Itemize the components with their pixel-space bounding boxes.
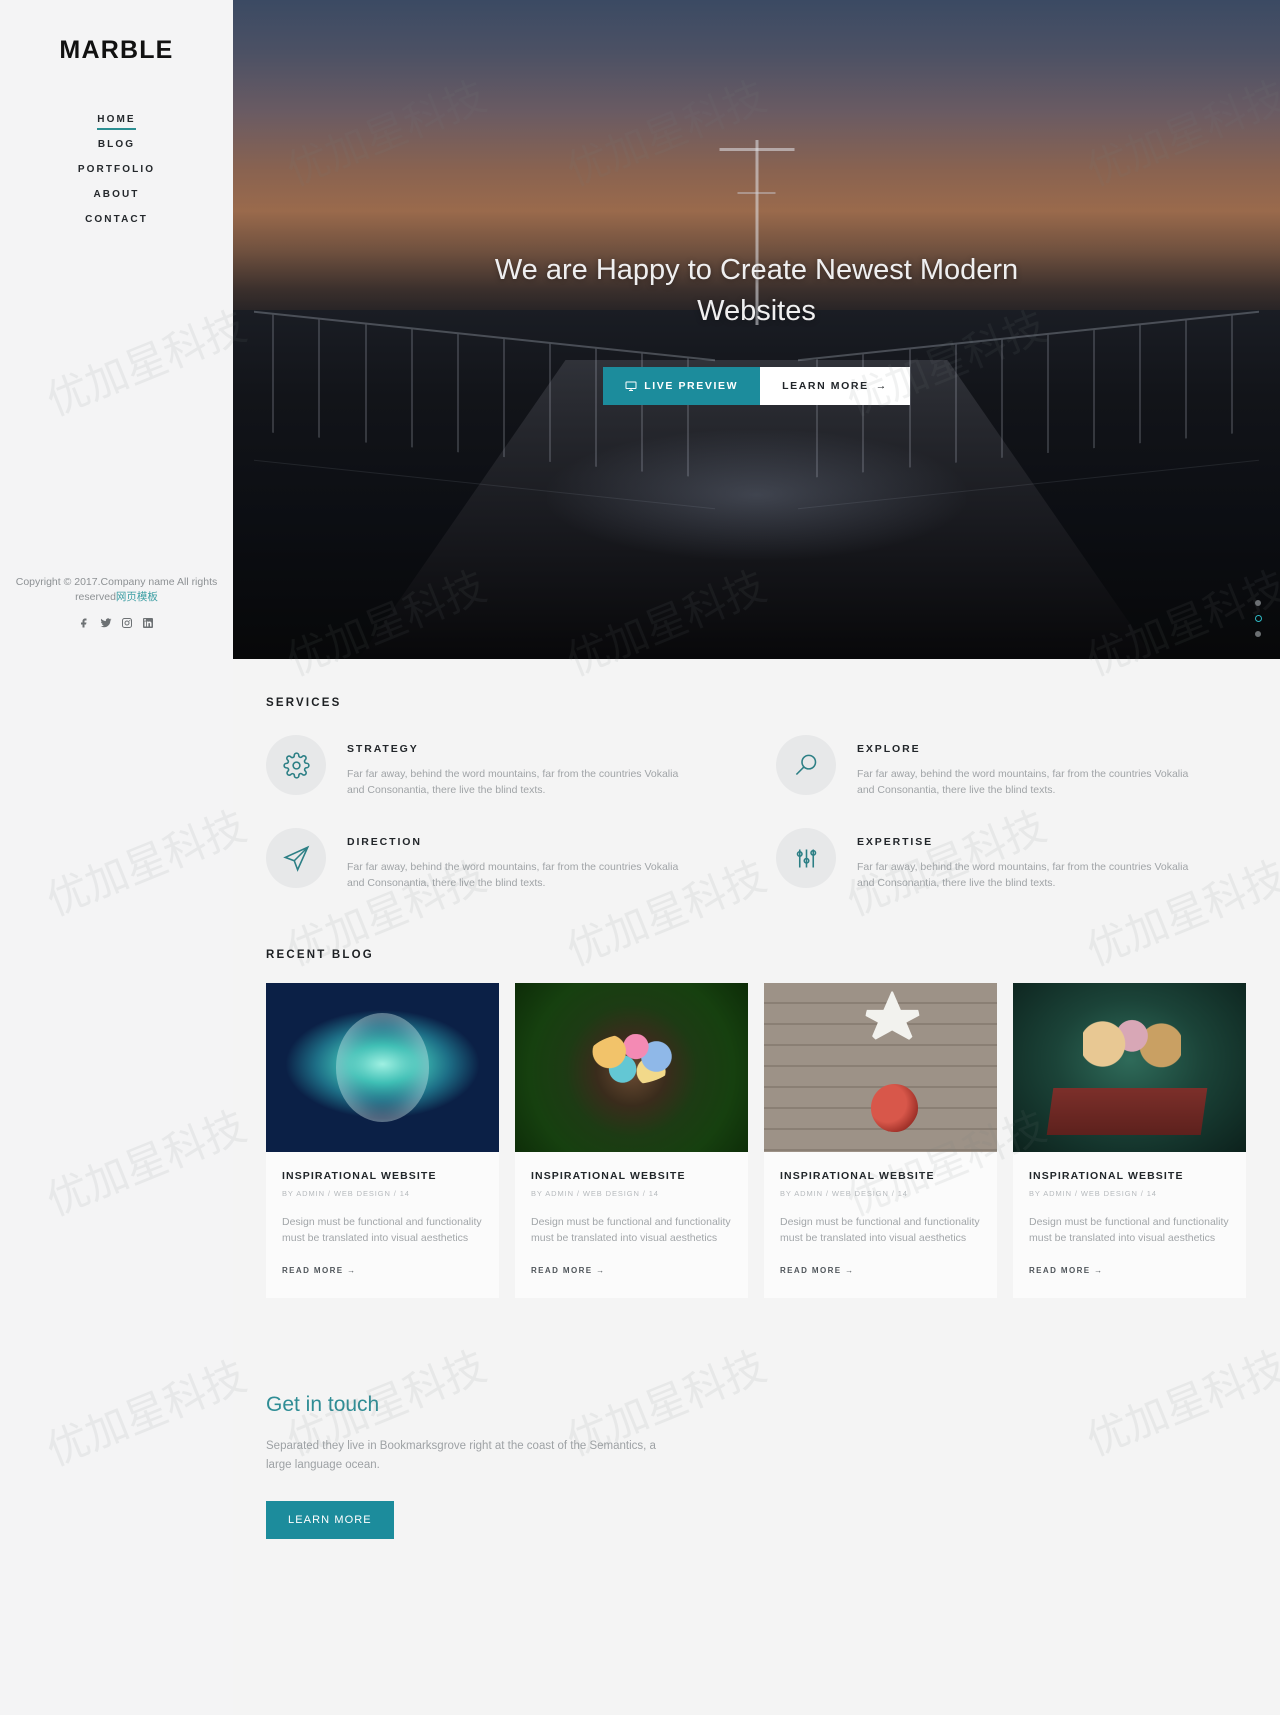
service-item-direction: DIRECTION Far far away, behind the word … bbox=[266, 822, 736, 891]
hero-buttons: LIVE PREVIEW LEARN MORE → bbox=[233, 367, 1280, 405]
blog-title: INSPIRATIONAL WEBSITE bbox=[780, 1170, 935, 1182]
sidebar-item-about[interactable]: ABOUT bbox=[0, 182, 233, 207]
blog-excerpt: Design must be functional and functional… bbox=[531, 1216, 731, 1244]
blog-excerpt: Design must be functional and functional… bbox=[282, 1216, 482, 1244]
get-in-touch-learn-more-button[interactable]: LEARN MORE bbox=[266, 1501, 394, 1539]
service-description: Far far away, behind the word mountains,… bbox=[347, 861, 679, 889]
sliders-icon bbox=[776, 828, 836, 888]
blog-title: INSPIRATIONAL WEBSITE bbox=[282, 1170, 437, 1182]
sidebar: MARBLE HOME BLOG PORTFOLIO ABOUT CONTACT… bbox=[0, 0, 233, 1715]
service-title: DIRECTION bbox=[347, 836, 422, 848]
blog-thumbnail-jellyfish bbox=[266, 983, 499, 1152]
slider-dot-3[interactable] bbox=[1255, 631, 1261, 637]
blog-meta: BY ADMIN / WEB DESIGN / 14 bbox=[1029, 1189, 1157, 1198]
service-item-expertise: EXPERTISE Far far away, behind the word … bbox=[776, 822, 1246, 891]
monitor-icon bbox=[625, 381, 637, 391]
blog-thumbnail-spools bbox=[1013, 983, 1246, 1152]
service-item-explore: EXPLORE Far far away, behind the word mo… bbox=[776, 729, 1246, 798]
copyright-text: Copyright © 2017.Company name All rights… bbox=[8, 575, 225, 605]
paper-plane-icon bbox=[266, 828, 326, 888]
blog-card[interactable]: INSPIRATIONAL WEBSITE BY ADMIN / WEB DES… bbox=[515, 983, 748, 1298]
service-title: STRATEGY bbox=[347, 743, 419, 755]
sidebar-item-blog[interactable]: BLOG bbox=[0, 132, 233, 157]
get-in-touch-section: Get in touch Separated they live in Book… bbox=[233, 1393, 1280, 1539]
facebook-icon[interactable] bbox=[79, 617, 91, 629]
services-section: SERVICES STRATEGY Far far away, behind t… bbox=[233, 697, 1280, 891]
blog-title: INSPIRATIONAL WEBSITE bbox=[531, 1170, 686, 1182]
read-more-link[interactable]: READ MORE → bbox=[780, 1266, 855, 1275]
service-description: Far far away, behind the word mountains,… bbox=[857, 768, 1189, 796]
services-grid: STRATEGY Far far away, behind the word m… bbox=[266, 729, 1246, 891]
blog-card[interactable]: INSPIRATIONAL WEBSITE BY ADMIN / WEB DES… bbox=[764, 983, 997, 1298]
blog-excerpt: Design must be functional and functional… bbox=[1029, 1216, 1229, 1244]
services-heading: SERVICES bbox=[266, 697, 342, 709]
live-preview-button[interactable]: LIVE PREVIEW bbox=[603, 367, 761, 405]
blog-grid: INSPIRATIONAL WEBSITE BY ADMIN / WEB DES… bbox=[266, 983, 1246, 1298]
blog-section: RECENT BLOG INSPIRATIONAL WEBSITE BY ADM… bbox=[233, 949, 1280, 1298]
get-in-touch-description: Separated they live in Bookmarksgrove ri… bbox=[266, 1440, 656, 1471]
blog-thumbnail-eggs bbox=[515, 983, 748, 1152]
read-more-link[interactable]: READ MORE → bbox=[1029, 1266, 1104, 1275]
learn-more-button[interactable]: LEARN MORE → bbox=[760, 367, 910, 405]
hero-section: We are Happy to Create Newest Modern Web… bbox=[233, 0, 1280, 659]
hero-slider-dots bbox=[1255, 600, 1262, 637]
template-link[interactable]: 网页模板 bbox=[116, 591, 158, 603]
blog-heading: RECENT BLOG bbox=[266, 949, 374, 961]
hero-light-glow bbox=[547, 430, 966, 560]
blog-meta: BY ADMIN / WEB DESIGN / 14 bbox=[780, 1189, 908, 1198]
service-item-strategy: STRATEGY Far far away, behind the word m… bbox=[266, 729, 736, 798]
blog-meta: BY ADMIN / WEB DESIGN / 14 bbox=[282, 1189, 410, 1198]
social-links bbox=[8, 617, 225, 629]
sidebar-item-portfolio[interactable]: PORTFOLIO bbox=[0, 157, 233, 182]
page-root: MARBLE HOME BLOG PORTFOLIO ABOUT CONTACT… bbox=[0, 0, 1280, 1715]
service-description: Far far away, behind the word mountains,… bbox=[347, 768, 679, 796]
service-title: EXPERTISE bbox=[857, 836, 934, 848]
read-more-link[interactable]: READ MORE → bbox=[282, 1266, 357, 1275]
blog-card[interactable]: INSPIRATIONAL WEBSITE BY ADMIN / WEB DES… bbox=[1013, 983, 1246, 1298]
hero-content: We are Happy to Create Newest Modern Web… bbox=[233, 250, 1280, 405]
sidebar-footer: Copyright © 2017.Company name All rights… bbox=[0, 575, 233, 629]
blog-title: INSPIRATIONAL WEBSITE bbox=[1029, 1170, 1184, 1182]
instagram-icon[interactable] bbox=[121, 617, 133, 629]
slider-dot-1[interactable] bbox=[1255, 600, 1261, 606]
service-title: EXPLORE bbox=[857, 743, 921, 755]
main-content: We are Happy to Create Newest Modern Web… bbox=[233, 0, 1280, 1715]
primary-nav: HOME BLOG PORTFOLIO ABOUT CONTACT bbox=[0, 107, 233, 232]
gear-icon bbox=[266, 735, 326, 795]
arrow-right-icon: → bbox=[875, 380, 888, 392]
service-description: Far far away, behind the word mountains,… bbox=[857, 861, 1189, 889]
linkedin-icon[interactable] bbox=[142, 617, 154, 629]
blog-card[interactable]: INSPIRATIONAL WEBSITE BY ADMIN / WEB DES… bbox=[266, 983, 499, 1298]
site-logo: MARBLE bbox=[59, 36, 174, 64]
blog-meta: BY ADMIN / WEB DESIGN / 14 bbox=[531, 1189, 659, 1198]
twitter-icon[interactable] bbox=[100, 617, 112, 629]
hero-title: We are Happy to Create Newest Modern Web… bbox=[494, 254, 1019, 327]
magnifier-icon bbox=[776, 735, 836, 795]
blog-thumbnail-ornaments bbox=[764, 983, 997, 1152]
live-preview-label: LIVE PREVIEW bbox=[644, 380, 739, 392]
sidebar-item-contact[interactable]: CONTACT bbox=[0, 207, 233, 232]
learn-more-label: LEARN MORE bbox=[782, 380, 869, 392]
slider-dot-2[interactable] bbox=[1255, 615, 1262, 622]
read-more-link[interactable]: READ MORE → bbox=[531, 1266, 606, 1275]
sidebar-item-home[interactable]: HOME bbox=[97, 107, 137, 132]
blog-excerpt: Design must be functional and functional… bbox=[780, 1216, 980, 1244]
get-in-touch-title: Get in touch bbox=[266, 1393, 380, 1416]
